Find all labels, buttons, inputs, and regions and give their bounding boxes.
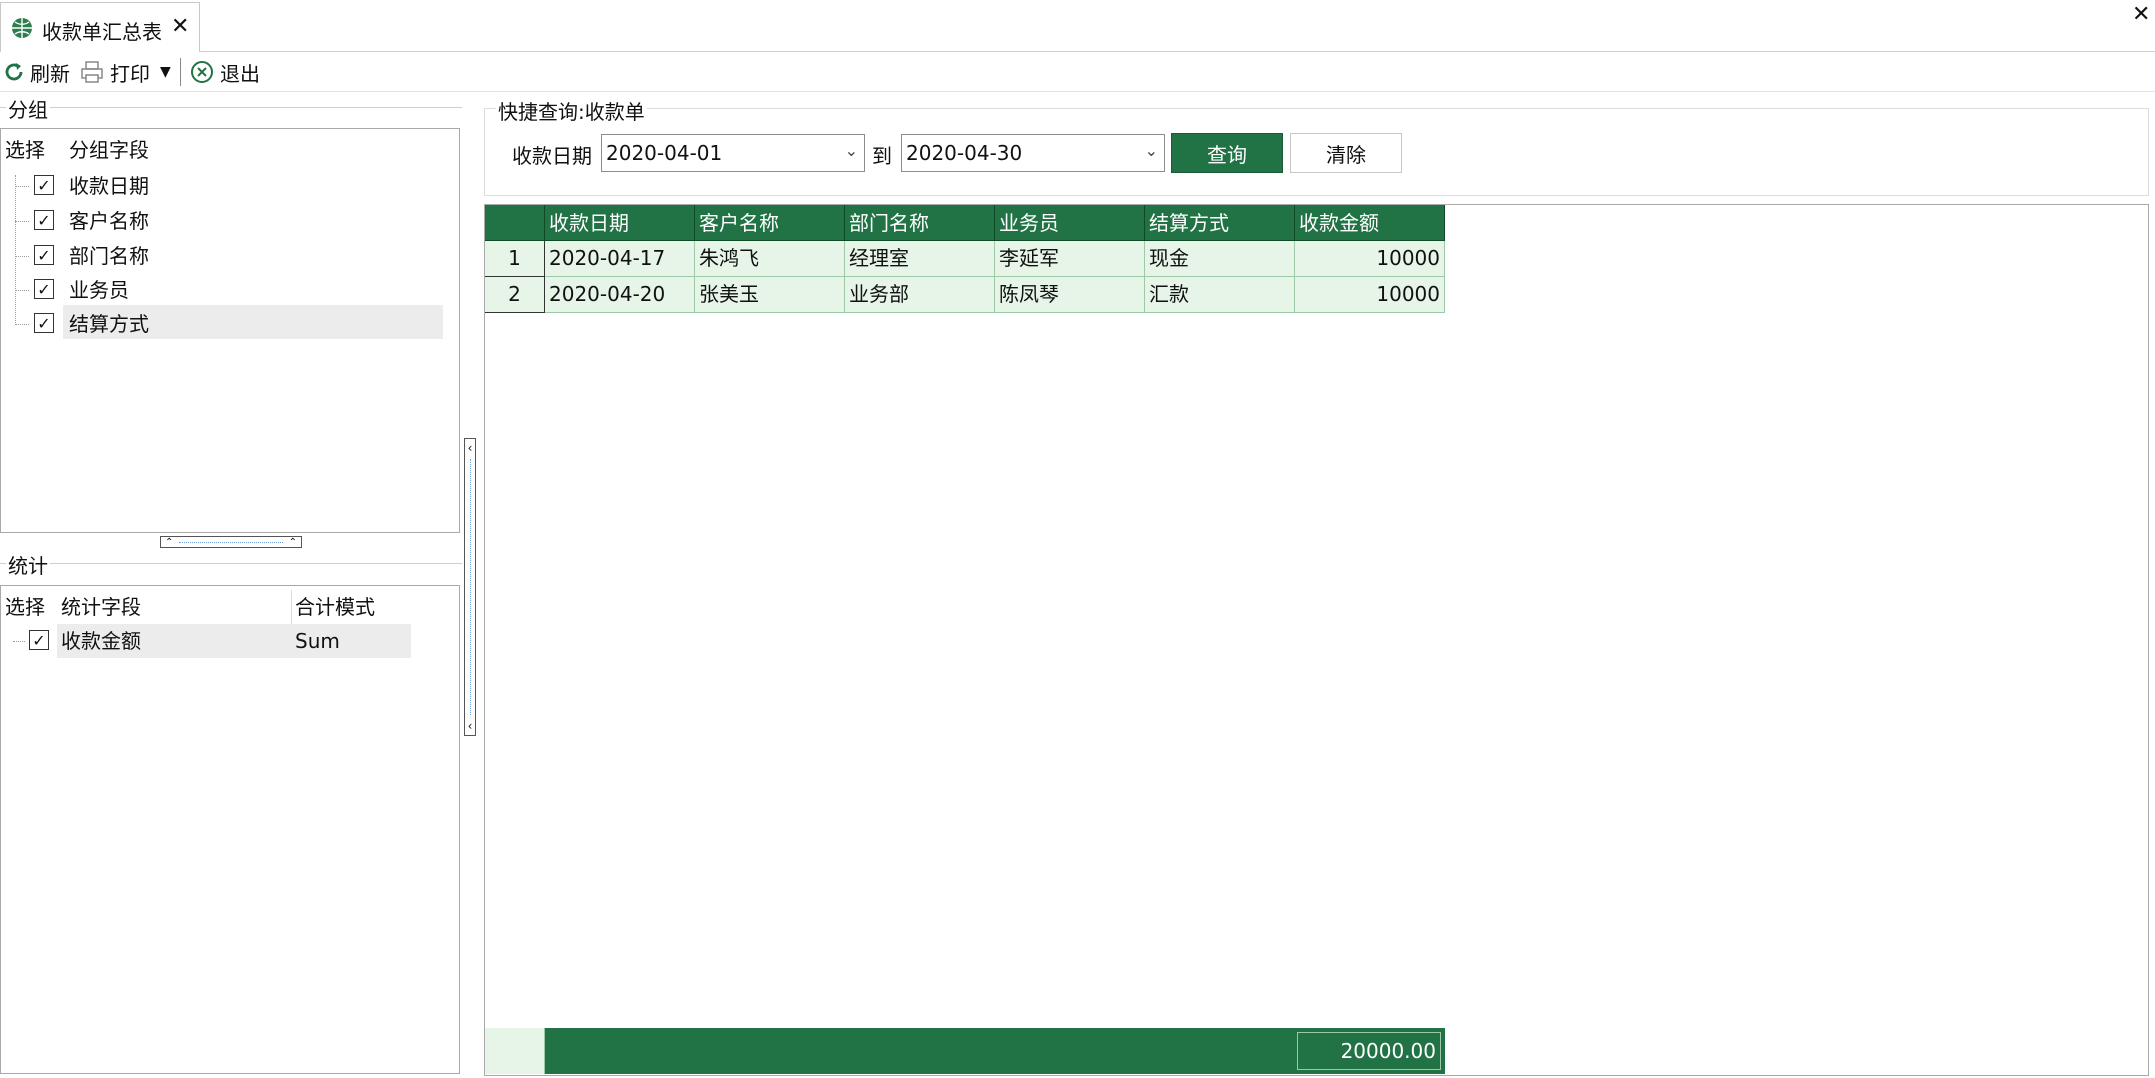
footer-summary-bar: 20000.00 [545, 1028, 1445, 1074]
tab-receipt-summary[interactable]: 收款单汇总表 ✕ [0, 2, 200, 52]
clear-button[interactable]: 清除 [1290, 133, 1402, 173]
chevron-down-icon[interactable]: ⌄ [845, 141, 858, 160]
tab-bar: 收款单汇总表 ✕ ✕ [0, 0, 2155, 52]
total-amount: 20000.00 [1297, 1032, 1441, 1070]
group-divider [0, 107, 462, 108]
print-label: 打印 [110, 61, 150, 86]
tree-branch [15, 256, 29, 257]
group-item-department[interactable]: 部门名称 [69, 239, 149, 273]
table-cell[interactable]: 2020-04-20 [545, 277, 695, 313]
group-item-settlement[interactable]: 结算方式 [69, 307, 149, 341]
tree-line [15, 175, 16, 325]
table-cell[interactable]: 陈凤琴 [995, 277, 1145, 313]
vertical-splitter[interactable]: ⌃ ⌃ [160, 536, 302, 548]
globe-icon [11, 17, 33, 43]
refresh-label: 刷新 [30, 61, 70, 86]
tree-branch [15, 186, 29, 187]
table-cell[interactable]: 朱鸿飞 [695, 241, 845, 277]
table-cell[interactable]: 李延军 [995, 241, 1145, 277]
group-header-field: 分组字段 [69, 138, 149, 162]
col-header-settlement[interactable]: 结算方式 [1145, 205, 1295, 241]
tab-close-icon[interactable]: ✕ [171, 14, 189, 39]
tree-branch [15, 290, 29, 291]
chevron-up-icon[interactable]: ⌃ [165, 537, 173, 548]
col-header-customer[interactable]: 客户名称 [695, 205, 845, 241]
refresh-icon [2, 60, 26, 84]
toolbar: 刷新 打印 ▼ 退出 [0, 52, 2155, 92]
stat-tree-list: 选择 统计字段 合计模式 ✓ 收款金额 Sum [0, 585, 460, 1074]
chevron-left-icon[interactable]: ‹ [468, 719, 473, 733]
group-item-date[interactable]: 收款日期 [69, 169, 149, 203]
chevron-down-icon[interactable]: ⌄ [1145, 141, 1158, 160]
group-panel-title: 分组 [6, 94, 50, 123]
date-label: 收款日期 [512, 144, 592, 168]
stat-item-amount[interactable]: 收款金额 [61, 624, 141, 658]
group-checkbox-date[interactable]: ✓ [34, 175, 54, 195]
group-checkbox-department[interactable]: ✓ [34, 245, 54, 265]
row-number[interactable]: 2 [485, 277, 545, 313]
dropdown-arrow-icon[interactable]: ▼ [160, 64, 171, 80]
stat-checkbox-amount[interactable]: ✓ [29, 630, 49, 650]
toolbar-separator [180, 58, 181, 86]
col-header-salesperson[interactable]: 业务员 [995, 205, 1145, 241]
tree-branch [15, 221, 29, 222]
stat-header-mode: 合计模式 [295, 595, 375, 619]
data-grid: 收款日期 客户名称 部门名称 业务员 结算方式 收款金额 1 2020-04-1… [484, 204, 2149, 1076]
search-button[interactable]: 查询 [1171, 133, 1283, 173]
window-close-icon[interactable]: ✕ [2132, 2, 2150, 27]
exit-label: 退出 [220, 61, 260, 86]
tree-branch [13, 641, 25, 642]
refresh-button[interactable]: 刷新 [2, 52, 70, 92]
stat-panel-title: 统计 [6, 550, 50, 579]
tab-title: 收款单汇总表 [42, 20, 162, 44]
date-to-value: 2020-04-30 [906, 141, 1023, 165]
group-header-select: 选择 [5, 138, 45, 162]
to-label: 到 [872, 144, 892, 168]
stat-header-select: 选择 [5, 595, 45, 619]
print-button[interactable]: 打印 ▼ [80, 52, 171, 92]
table-cell[interactable]: 张美玉 [695, 277, 845, 313]
horizontal-splitter[interactable]: ‹ ‹ [464, 438, 476, 736]
table-cell[interactable]: 2020-04-17 [545, 241, 695, 277]
table-cell[interactable]: 业务部 [845, 277, 995, 313]
tree-branch [15, 324, 29, 325]
footer-indicator [485, 1028, 545, 1074]
date-from-input[interactable]: 2020-04-01 ⌄ [601, 134, 865, 172]
exit-icon [190, 60, 214, 84]
stat-header-field: 统计字段 [61, 595, 141, 619]
table-cell[interactable]: 10000 [1295, 277, 1445, 313]
group-item-salesperson[interactable]: 业务员 [69, 273, 129, 307]
date-from-value: 2020-04-01 [606, 141, 723, 165]
group-checkbox-settlement[interactable]: ✓ [34, 313, 54, 333]
chevron-left-icon[interactable]: ‹ [468, 441, 473, 455]
table-cell[interactable]: 经理室 [845, 241, 995, 277]
printer-icon [80, 60, 104, 84]
group-checkbox-customer[interactable]: ✓ [34, 210, 54, 230]
quick-query-title: 快捷查询:收款单 [496, 96, 647, 125]
stat-item-mode[interactable]: Sum [295, 624, 340, 658]
exit-button[interactable]: 退出 [190, 52, 260, 92]
grid-corner [485, 205, 545, 241]
group-tree-list: 选择 分组字段 ✓ 收款日期 ✓ 客户名称 ✓ 部门名称 ✓ 业务员 ✓ 结算方… [0, 128, 460, 533]
date-to-input[interactable]: 2020-04-30 ⌄ [901, 134, 1165, 172]
col-header-amount[interactable]: 收款金额 [1295, 205, 1445, 241]
col-header-date[interactable]: 收款日期 [545, 205, 695, 241]
col-header-department[interactable]: 部门名称 [845, 205, 995, 241]
chevron-up-icon[interactable]: ⌃ [289, 537, 297, 548]
group-checkbox-salesperson[interactable]: ✓ [34, 279, 54, 299]
row-number[interactable]: 1 [485, 241, 545, 277]
table-cell[interactable]: 现金 [1145, 241, 1295, 277]
group-item-customer[interactable]: 客户名称 [69, 204, 149, 238]
table-cell[interactable]: 10000 [1295, 241, 1445, 277]
table-cell[interactable]: 汇款 [1145, 277, 1295, 313]
stat-divider [0, 563, 462, 564]
